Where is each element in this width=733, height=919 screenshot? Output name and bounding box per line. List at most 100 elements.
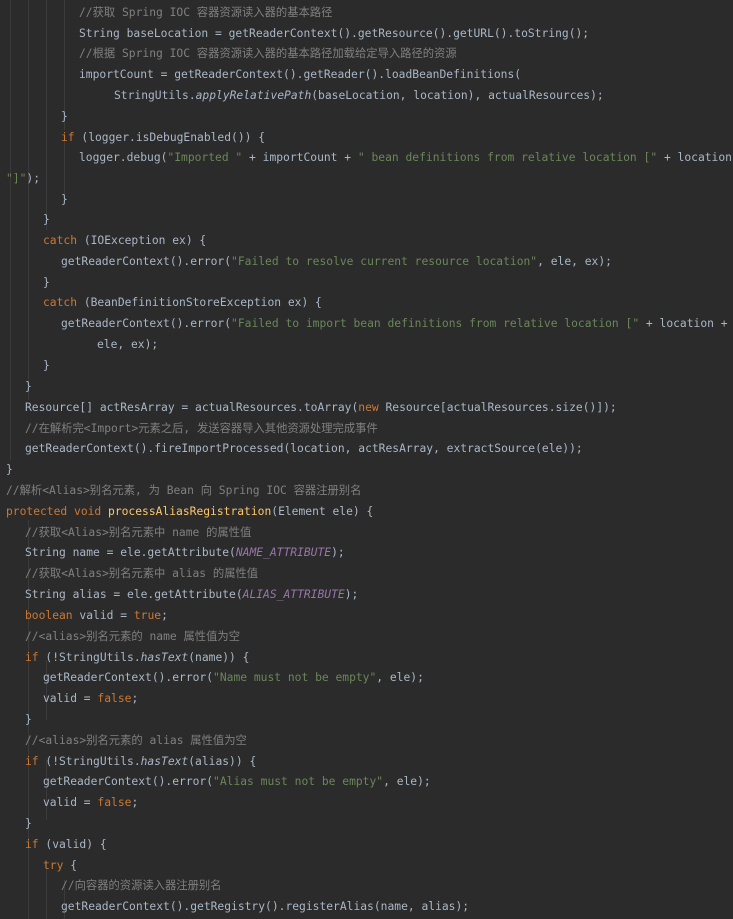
code-token-txt: (Element ele) { [271, 505, 374, 518]
code-line[interactable]: } [25, 376, 32, 397]
code-token-str: "Imported " [167, 151, 243, 164]
code-token-txt: getReaderContext().error( [61, 255, 232, 268]
code-line[interactable]: catch (BeanDefinitionStoreException ex) … [43, 292, 322, 313]
code-token-kw: if [25, 651, 46, 664]
code-token-cmt: //<alias>别名元素的 alias 属性值为空 [25, 734, 247, 747]
code-line[interactable]: importCount = getReaderContext().getRead… [79, 64, 521, 85]
code-line[interactable]: "]"); [6, 168, 40, 189]
code-line[interactable]: } [43, 355, 50, 376]
code-line[interactable]: logger.debug("Imported " + importCount +… [79, 147, 733, 168]
code-token-txt: (valid) { [45, 838, 107, 851]
code-token-cmt: //<alias>别名元素的 name 属性值为空 [25, 630, 240, 643]
code-line[interactable]: } [61, 106, 68, 127]
indent-guide [28, 0, 29, 400]
code-token-txt: , ele, ex); [537, 255, 612, 268]
code-line[interactable]: valid = false; [43, 688, 138, 709]
code-line[interactable]: } [25, 813, 32, 834]
code-token-txt: } [43, 213, 50, 226]
code-line[interactable]: //解析<Alias>别名元素, 为 Bean 向 Spring IOC 容器注… [6, 480, 361, 501]
code-line[interactable]: valid = false; [43, 792, 138, 813]
code-token-txt: valid = [79, 609, 134, 622]
code-line[interactable]: getReaderContext().error("Alias must not… [43, 771, 431, 792]
code-line[interactable]: //在解析完<Import>元素之后, 发送容器导入其他资源处理完成事件 [25, 418, 378, 439]
code-token-txt: (alias)) { [188, 755, 257, 768]
code-token-str: "Failed to import bean definitions from … [231, 317, 640, 330]
code-line[interactable]: //获取<Alias>别名元素中 name 的属性值 [25, 522, 251, 543]
code-token-txt: logger.debug( [79, 151, 168, 164]
code-line[interactable]: //向容器的资源读入器注册别名 [61, 875, 221, 896]
code-line[interactable]: Resource[] actResArray = actualResources… [25, 397, 617, 418]
code-line[interactable]: String baseLocation = getReaderContext()… [79, 23, 589, 44]
code-token-txt: (logger.isDebugEnabled()) { [81, 131, 266, 144]
code-token-txt: String name = ele.getAttribute( [25, 546, 236, 559]
code-token-txt: (BeanDefinitionStoreException ex) { [83, 296, 322, 309]
code-token-txt: String alias = ele.getAttribute( [25, 588, 243, 601]
code-token-cmt: //获取<Alias>别名元素中 alias 的属性值 [25, 567, 259, 580]
code-line[interactable]: } [6, 459, 13, 480]
code-token-const: ALIAS_ATTRIBUTE [242, 588, 345, 601]
code-token-txt: StringUtils. [114, 89, 196, 102]
code-line[interactable]: } [25, 709, 32, 730]
code-line[interactable]: //获取<Alias>别名元素中 alias 的属性值 [25, 563, 258, 584]
code-token-txt: } [61, 193, 68, 206]
code-line[interactable]: protected void processAliasRegistration(… [6, 501, 373, 522]
code-token-const: NAME_ATTRIBUTE [235, 546, 332, 559]
code-token-txt: } [25, 713, 32, 726]
code-line[interactable]: } [43, 272, 50, 293]
code-token-kw: catch [43, 234, 84, 247]
code-line[interactable]: boolean valid = true; [25, 605, 168, 626]
code-token-cmt: //根据 Spring IOC 容器资源读入器的基本路径加载给定导入路径的资源 [79, 47, 457, 60]
code-line[interactable]: if (valid) { [25, 834, 107, 855]
code-token-txt: { [70, 859, 78, 872]
code-token-cmt: //在解析完<Import>元素之后, 发送容器导入其他资源处理完成事件 [25, 422, 378, 435]
code-line[interactable]: if (!StringUtils.hasText(alias)) { [25, 751, 256, 772]
code-token-kw: catch [43, 296, 84, 309]
code-token-it: hasText [140, 755, 189, 768]
code-line[interactable]: String alias = ele.getAttribute(ALIAS_AT… [25, 584, 358, 605]
code-line[interactable]: StringUtils.applyRelativePath(baseLocati… [114, 85, 604, 106]
code-line[interactable]: if (logger.isDebugEnabled()) { [61, 127, 265, 148]
code-token-kw: boolean [25, 609, 80, 622]
code-line[interactable]: if (!StringUtils.hasText(name)) { [25, 647, 249, 668]
code-line[interactable]: //<alias>别名元素的 alias 属性值为空 [25, 730, 247, 751]
code-token-txt: (name)) { [188, 651, 250, 664]
code-line[interactable]: } [61, 189, 68, 210]
code-token-txt: (!StringUtils. [45, 651, 141, 664]
code-token-txt: } [25, 817, 32, 830]
code-token-kw: true [133, 609, 162, 622]
code-token-txt: getReaderContext().fireImportProcessed(l… [25, 442, 583, 455]
code-token-cmt: //向容器的资源读入器注册别名 [61, 879, 222, 892]
code-line[interactable]: getReaderContext().error("Failed to reso… [61, 251, 612, 272]
code-line[interactable]: getReaderContext().error("Failed to impo… [61, 313, 733, 334]
code-token-txt: importCount = getReaderContext().getRead… [79, 68, 522, 81]
code-line[interactable]: getReaderContext().error("Name must not … [43, 667, 424, 688]
code-token-txt: } [25, 380, 32, 393]
code-token-txt: (!StringUtils. [45, 755, 141, 768]
code-line[interactable]: //<alias>别名元素的 name 属性值为空 [25, 626, 240, 647]
code-line[interactable]: try { [43, 855, 77, 876]
code-token-txt: ); [331, 546, 345, 559]
code-line[interactable]: //获取 Spring IOC 容器资源读入器的基本路径 [79, 2, 332, 23]
code-editor[interactable]: //获取 Spring IOC 容器资源读入器的基本路径 String baseL… [0, 0, 733, 919]
indent-guide [10, 0, 11, 460]
code-token-kw: false [97, 692, 132, 705]
code-token-cmt: //获取<Alias>别名元素中 name 的属性值 [25, 526, 252, 539]
code-token-txt: getReaderContext().error( [43, 775, 214, 788]
code-line[interactable]: catch (IOException ex) { [43, 230, 206, 251]
code-line[interactable]: getReaderContext().getRegistry().registe… [61, 896, 469, 917]
code-token-kw: new [358, 401, 386, 414]
code-token-txt: } [61, 110, 68, 123]
code-token-kw: false [97, 796, 132, 809]
code-line[interactable]: //根据 Spring IOC 容器资源读入器的基本路径加载给定导入路径的资源 [79, 43, 457, 64]
code-line[interactable]: getReaderContext().fireImportProcessed(l… [25, 438, 583, 459]
code-token-str: "Name must not be empty" [213, 671, 377, 684]
code-token-txt: (IOException ex) { [83, 234, 207, 247]
code-line[interactable]: String name = ele.getAttribute(NAME_ATTR… [25, 542, 345, 563]
code-token-str: "Alias must not be empty" [213, 775, 384, 788]
code-token-txt: ele, ex); [97, 338, 159, 351]
code-line[interactable]: ele, ex); [97, 334, 158, 355]
code-line[interactable]: } [43, 209, 50, 230]
code-token-txt: + importCount + [242, 151, 358, 164]
code-token-txt: + location + [663, 151, 732, 164]
code-token-txt: getReaderContext().error( [61, 317, 232, 330]
